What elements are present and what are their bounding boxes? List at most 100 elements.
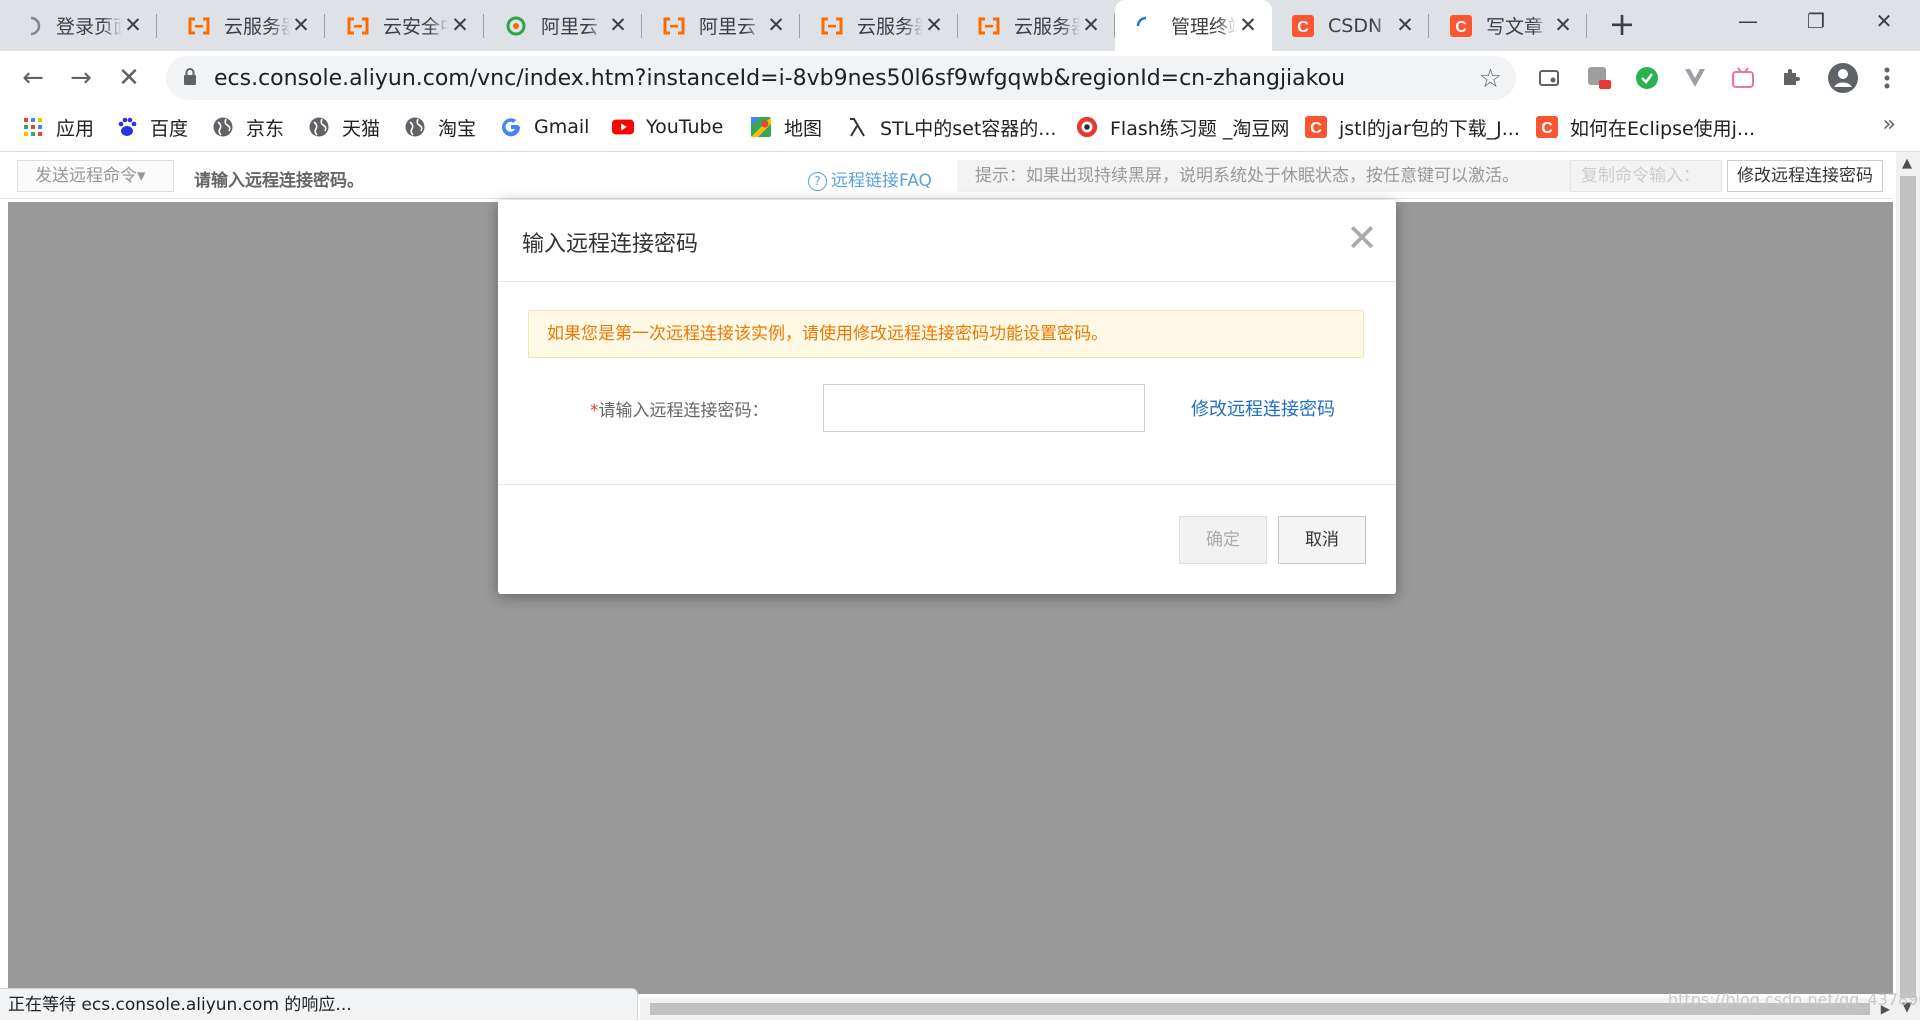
tab-aliyun-green[interactable]: 阿里云 ✕ <box>485 0 642 51</box>
baidu-paw-icon <box>116 116 138 138</box>
bookmark-tmall[interactable]: 天猫 <box>308 114 380 140</box>
extension-green-check-icon[interactable] <box>1634 65 1660 91</box>
extension-gray-icon[interactable] <box>1586 65 1612 91</box>
tab-ecs-2[interactable]: 云服务器 ✕ <box>801 0 958 51</box>
tab-title: 云服务器 <box>857 16 923 38</box>
tab-aliyun[interactable]: 阿里云 ✕ <box>643 0 800 51</box>
bookmark-youtube[interactable]: YouTube <box>612 114 723 140</box>
aliyun-green-icon <box>505 15 527 37</box>
bookmark-eclipse[interactable]: C 如何在Eclipse使用j... <box>1536 114 1755 140</box>
bookmark-label: 地图 <box>784 117 823 140</box>
tab-close-icon[interactable]: ✕ <box>1395 14 1415 36</box>
password-dialog: 输入远程连接密码 ✕ 如果您是第一次远程连接该实例，请使用修改远程连接密码功能设… <box>498 200 1396 594</box>
google-g-icon <box>500 116 522 138</box>
bookmark-label: 天猫 <box>342 117 381 140</box>
bookmark-maps[interactable]: 地图 <box>750 114 822 140</box>
new-tab-button[interactable]: + <box>1606 8 1638 41</box>
bookmark-stl-set[interactable]: STL中的set容器的... <box>846 114 1056 140</box>
tab-vnc-active[interactable]: 管理终端 ✕ <box>1115 0 1272 51</box>
tab-write-article[interactable]: C 写文章 ✕ <box>1430 0 1587 51</box>
tab-close-icon[interactable]: ✕ <box>924 14 944 36</box>
bookmark-label: Gmail <box>534 116 590 138</box>
back-arrow-icon[interactable]: ← <box>18 63 48 93</box>
csdn-icon: C <box>1536 116 1558 138</box>
modify-password-button[interactable]: 修改远程连接密码 <box>1727 160 1883 192</box>
tab-close-icon[interactable]: ✕ <box>1238 14 1258 36</box>
url-text[interactable]: ecs.console.aliyun.com/vnc/index.htm?ins… <box>214 66 1345 91</box>
first-connection-notice: 如果您是第一次远程连接该实例，请使用修改远程连接密码功能设置密码。 <box>528 310 1364 358</box>
loading-status-bubble: 正在等待 ecs.console.aliyun.com 的响应... <box>0 988 638 1020</box>
remote-faq-link[interactable]: ? 远程链接FAQ <box>808 166 932 191</box>
tab-login[interactable]: 登录页面 ✕ <box>0 0 157 51</box>
tab-security[interactable]: 云安全中心 ✕ <box>327 0 484 51</box>
send-remote-command-dropdown[interactable]: 发送远程命令▾ <box>17 160 174 192</box>
tab-title: 云服务器 <box>224 16 290 38</box>
tab-close-icon[interactable]: ✕ <box>1553 14 1573 36</box>
bookmark-label: jstl的jar包的下载_J... <box>1339 117 1520 140</box>
vertical-scroll-thumb[interactable] <box>1900 176 1916 998</box>
tab-close-icon[interactable]: ✕ <box>123 14 143 36</box>
profile-avatar-icon[interactable] <box>1826 61 1860 95</box>
tab-close-icon[interactable]: ✕ <box>1081 14 1101 36</box>
youtube-icon <box>612 116 634 138</box>
copy-command-input[interactable]: 复制命令输入： <box>1570 160 1722 192</box>
tab-title: 阿里云 <box>541 16 599 38</box>
bookmark-taobao[interactable]: 淘宝 <box>404 114 476 140</box>
bookmark-flash-quiz[interactable]: Flash练习题 _淘豆网 <box>1076 114 1289 140</box>
tab-close-icon[interactable]: ✕ <box>291 14 311 36</box>
tab-close-icon[interactable]: ✕ <box>608 14 628 36</box>
loading-spinner-icon <box>1135 15 1157 37</box>
aliyun-icon <box>978 15 1000 37</box>
stop-loading-icon[interactable]: ✕ <box>114 63 144 93</box>
restore-button[interactable]: ❐ <box>1788 0 1844 42</box>
bookmark-label: 百度 <box>150 117 189 140</box>
dialog-header: 输入远程连接密码 ✕ <box>498 200 1396 282</box>
vue-devtools-icon[interactable] <box>1682 65 1708 91</box>
tab-ecs-3[interactable]: 云服务器 ✕ <box>958 0 1115 51</box>
csdn-icon: C <box>1305 116 1327 138</box>
bookmark-apps[interactable]: 应用 <box>22 114 94 140</box>
password-input[interactable] <box>823 384 1145 432</box>
cancel-button[interactable]: 取消 <box>1278 516 1366 564</box>
dialog-close-icon[interactable]: ✕ <box>1342 218 1382 258</box>
vnc-page: 发送远程命令▾ 请输入远程连接密码。 ? 远程链接FAQ 提示：如果出现持续黑屏，… <box>0 152 1920 1020</box>
tab-title: CSDN <box>1328 14 1383 37</box>
globe-icon <box>404 116 426 138</box>
tab-csdn[interactable]: C CSDN ✕ <box>1272 0 1429 51</box>
scroll-up-arrow-icon[interactable]: ▲ <box>1902 156 1912 171</box>
confirm-button[interactable]: 确定 <box>1179 516 1267 564</box>
bookmark-label: Flash练习题 _淘豆网 <box>1110 117 1290 140</box>
globe-icon <box>308 116 330 138</box>
bookmark-label: YouTube <box>646 116 724 138</box>
bookmarks-overflow-chevron-icon[interactable]: » <box>1883 112 1896 137</box>
tab-strip: 登录页面 ✕ 云服务器 ✕ 云安全中心 ✕ 阿里云 ✕ 阿里云 ✕ <box>0 0 1920 51</box>
bookmark-star-icon[interactable]: ☆ <box>1479 64 1502 94</box>
tab-close-icon[interactable]: ✕ <box>450 14 470 36</box>
tab-close-icon[interactable]: ✕ <box>766 14 786 36</box>
bookmark-jstl[interactable]: C jstl的jar包的下载_J... <box>1305 114 1520 140</box>
tab-ecs-1[interactable]: 云服务器 ✕ <box>168 0 325 51</box>
menu-kebab-icon[interactable] <box>1874 65 1900 91</box>
tab-title: 登录页面 <box>56 16 122 38</box>
browser-toolbar: ← → ✕ ecs.console.aliyun.com/vnc/index.h… <box>0 51 1920 104</box>
bilibili-tv-icon[interactable] <box>1730 65 1756 91</box>
stl-lambda-icon <box>846 116 868 138</box>
vertical-scrollbar[interactable]: ▲ ▼ <box>1896 152 1920 1020</box>
tab-title: 管理终端 <box>1171 16 1237 38</box>
csdn-icon: C <box>1450 14 1472 37</box>
bookmark-jd[interactable]: 京东 <box>212 114 284 140</box>
bookmark-label: 应用 <box>56 117 95 140</box>
forward-arrow-icon[interactable]: → <box>66 63 96 93</box>
loading-spinner-icon <box>20 15 42 37</box>
window-close-button[interactable]: ✕ <box>1856 0 1912 42</box>
required-asterisk: * <box>590 401 599 421</box>
bookmark-baidu[interactable]: 百度 <box>116 114 188 140</box>
aliyun-icon <box>188 15 210 37</box>
bookmark-gmail[interactable]: Gmail <box>500 114 589 140</box>
minimize-button[interactable]: — <box>1720 0 1776 42</box>
extensions-puzzle-icon[interactable] <box>1778 65 1804 91</box>
lock-icon[interactable] <box>182 67 202 89</box>
cast-icon[interactable] <box>1536 65 1562 91</box>
address-bar[interactable]: ecs.console.aliyun.com/vnc/index.htm?ins… <box>166 56 1516 100</box>
modify-password-link[interactable]: 修改远程连接密码 <box>1191 395 1335 421</box>
